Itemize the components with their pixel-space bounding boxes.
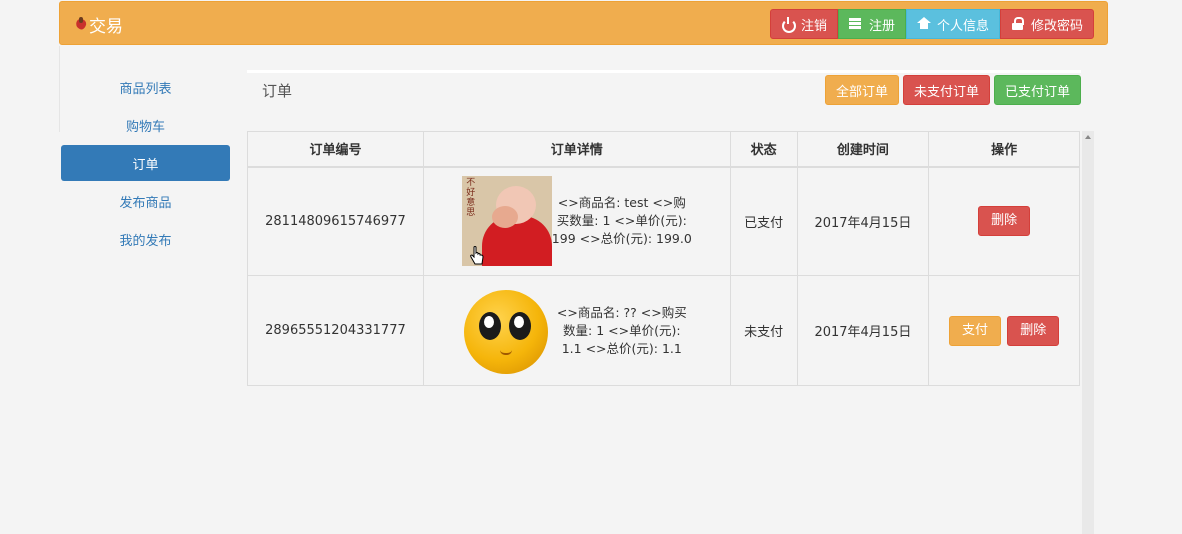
scroll-up-arrow-icon[interactable] bbox=[1085, 135, 1091, 139]
order-filter-buttons: 全部订单 未支付订单 已支付订单 bbox=[824, 75, 1081, 105]
order-detail-text: <>商品名: ?? <>购买数量: 1 <>单价(元): 1.1 <>总价(元)… bbox=[556, 304, 687, 356]
header-created: 创建时间 bbox=[796, 131, 930, 168]
sidebar-divider bbox=[59, 46, 60, 132]
brand-title: 交易 bbox=[89, 16, 123, 37]
orders-table: 订单编号 订单详情 状态 创建时间 操作 28114809615746977 不… bbox=[247, 131, 1080, 386]
navbar-buttons: 注销 注册 个人信息 修改密码 bbox=[769, 9, 1094, 39]
sidebar-item-products[interactable]: 商品列表 bbox=[61, 69, 230, 105]
header-order-detail: 订单详情 bbox=[422, 131, 731, 168]
logo-icon bbox=[74, 17, 88, 31]
created-date: 2017年4月15日 bbox=[796, 166, 930, 276]
sidebar-item-label: 购物车 bbox=[125, 119, 165, 135]
brand[interactable]: 交易 bbox=[74, 12, 123, 37]
sidebar-item-orders[interactable]: 订单 bbox=[61, 145, 230, 181]
orders-header: 订单 全部订单 未支付订单 已支付订单 bbox=[247, 70, 1081, 114]
vertical-scrollbar[interactable] bbox=[1082, 131, 1094, 534]
actions-cell: 删除 bbox=[928, 166, 1080, 276]
order-detail-text: <>商品名: test <>购买数量: 1 <>单价(元): 199 <>总价(… bbox=[551, 195, 692, 247]
register-button[interactable]: 注册 bbox=[837, 9, 906, 39]
table-header-row: 订单编号 订单详情 状态 创建时间 操作 bbox=[247, 131, 1080, 168]
paid-orders-button[interactable]: 已支付订单 bbox=[993, 75, 1081, 105]
sidebar-item-cart[interactable]: 购物车 bbox=[61, 107, 230, 143]
delete-button[interactable]: 删除 bbox=[1007, 315, 1060, 346]
header-topline bbox=[247, 70, 1081, 73]
sidebar-item-label: 商品列表 bbox=[119, 81, 172, 97]
header-status: 状态 bbox=[729, 131, 798, 168]
server-icon bbox=[848, 17, 863, 31]
power-icon bbox=[781, 17, 796, 33]
profile-label: 个人信息 bbox=[936, 18, 989, 34]
sidebar-item-label: 订单 bbox=[132, 157, 159, 173]
header-order-id: 订单编号 bbox=[247, 131, 424, 168]
actions-cell: 支付 删除 bbox=[928, 275, 1080, 386]
page: 交易 注销 注册 个人信息 修改密码 商品列表 购物车 订单 发布商品 我的发布… bbox=[0, 0, 1182, 534]
top-navbar: 交易 注销 注册 个人信息 修改密码 bbox=[59, 1, 1108, 45]
logout-label: 注销 bbox=[800, 18, 827, 34]
sidebar-item-my-publications[interactable]: 我的发布 bbox=[61, 221, 230, 257]
sidebar-item-publish[interactable]: 发布商品 bbox=[61, 183, 230, 219]
all-orders-button[interactable]: 全部订单 bbox=[824, 75, 899, 105]
order-id: 28965551204331777 bbox=[247, 275, 424, 386]
order-id: 28114809615746977 bbox=[247, 166, 424, 276]
logout-button[interactable]: 注销 bbox=[769, 9, 838, 39]
page-title: 订单 bbox=[262, 82, 293, 100]
table-row: 28114809615746977 不好意思 <>商品名: test <>购买数… bbox=[247, 166, 1080, 276]
lock-icon bbox=[1011, 17, 1025, 31]
change-password-button[interactable]: 修改密码 bbox=[999, 9, 1094, 39]
created-date: 2017年4月15日 bbox=[796, 275, 930, 386]
unpaid-orders-button[interactable]: 未支付订单 bbox=[902, 75, 990, 105]
status-badge: 未支付 bbox=[729, 275, 798, 386]
pay-button[interactable]: 支付 bbox=[949, 315, 1002, 346]
sidebar-item-label: 我的发布 bbox=[119, 233, 172, 249]
delete-button[interactable]: 删除 bbox=[978, 206, 1031, 237]
product-image[interactable] bbox=[462, 286, 552, 376]
image-caption: 不好意思 bbox=[466, 178, 476, 219]
sidebar-item-label: 发布商品 bbox=[119, 195, 172, 211]
order-detail: <>商品名: ?? <>购买数量: 1 <>单价(元): 1.1 <>总价(元)… bbox=[422, 275, 731, 386]
table-row: 28965551204331777 <>商品名: ?? <>购买数量: 1 <>… bbox=[247, 275, 1080, 386]
hand-cursor-icon bbox=[470, 246, 484, 265]
status-badge: 已支付 bbox=[729, 166, 798, 276]
change-password-label: 修改密码 bbox=[1030, 18, 1083, 34]
register-label: 注册 bbox=[868, 18, 895, 34]
header-actions: 操作 bbox=[928, 131, 1080, 168]
profile-button[interactable]: 个人信息 bbox=[905, 9, 1000, 39]
home-icon bbox=[916, 17, 931, 31]
